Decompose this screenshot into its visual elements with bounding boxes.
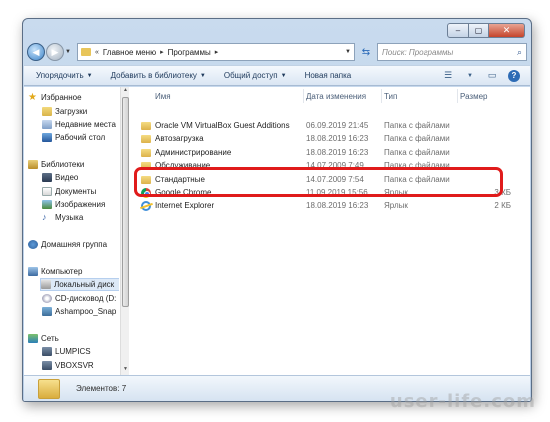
add-to-library-button[interactable]: Добавить в библиотеку ▼: [111, 71, 206, 80]
recent-places-icon: [42, 120, 52, 129]
internet-explorer-icon: [141, 200, 151, 211]
nav-recent-places[interactable]: Недавние места: [42, 118, 116, 131]
homegroup-icon: [28, 240, 38, 249]
music-note-icon: ♪: [42, 212, 47, 222]
search-icon: ⌕: [516, 46, 522, 57]
history-dropdown[interactable]: ▼: [65, 49, 73, 55]
nav-favorites[interactable]: ★ Избранное: [28, 91, 82, 104]
column-header-date[interactable]: Дата изменения: [306, 87, 366, 105]
content-area: ★ Избранное Загрузки Недавние места Рабо…: [24, 87, 530, 375]
nav-music[interactable]: ♪ Музыка: [42, 211, 83, 224]
nav-ashampoo[interactable]: Ashampoo_Snap: [42, 305, 116, 318]
table-row[interactable]: Администрирование 18.08.2019 16:23 Папка…: [135, 146, 526, 159]
address-dropdown-icon[interactable]: ▼: [342, 49, 354, 55]
scrollbar-thumb[interactable]: [122, 97, 129, 307]
table-row[interactable]: Oracle VM VirtualBox Guest Additions 06.…: [135, 119, 526, 132]
window-controls: – ▢ ✕: [447, 23, 525, 38]
folder-icon: [141, 148, 151, 157]
file-list[interactable]: Имя Дата изменения Тип Размер Oracle VM …: [131, 87, 530, 375]
network-icon: [28, 334, 38, 343]
address-bar[interactable]: « Главное меню ▸ Программы ▸ ▼: [77, 43, 355, 61]
column-header-type[interactable]: Тип: [384, 87, 397, 105]
explorer-window: – ▢ ✕ ◀ ▶ ▼ « Главное меню ▸ Программы ▸…: [22, 18, 532, 402]
nav-computer[interactable]: Компьютер: [28, 265, 82, 278]
view-options-icon[interactable]: ☰: [442, 70, 454, 82]
chevron-down-icon: ▼: [199, 72, 206, 79]
navigation-scrollbar[interactable]: ▲ ▼: [120, 87, 129, 375]
view-dropdown-icon[interactable]: ▼: [464, 70, 476, 82]
network-drive-icon: [42, 307, 52, 316]
navigation-row: ◀ ▶ ▼ « Главное меню ▸ Программы ▸ ▼ ⇆ П…: [27, 41, 527, 63]
libraries-icon: [28, 160, 38, 169]
images-library-icon: [42, 200, 52, 209]
table-row[interactable]: Автозагрузка 18.08.2019 16:23 Папка с фа…: [135, 132, 526, 145]
back-button[interactable]: ◀: [27, 43, 45, 61]
computer-icon: [42, 361, 52, 370]
watermark: user-life.com: [389, 391, 536, 412]
highlight-annotation: [134, 167, 503, 197]
breadcrumb-programs[interactable]: Программы: [168, 48, 211, 57]
column-header-name[interactable]: Имя: [155, 87, 171, 105]
help-icon[interactable]: ?: [508, 69, 520, 82]
breadcrumb-separator-icon[interactable]: ▸: [160, 48, 164, 56]
scroll-up-icon[interactable]: ▲: [121, 87, 130, 96]
column-header-size[interactable]: Размер: [460, 87, 488, 105]
navigation-pane[interactable]: ★ Избранное Загрузки Недавние места Рабо…: [24, 87, 119, 375]
nav-network[interactable]: Сеть: [28, 332, 59, 345]
nav-downloads[interactable]: Загрузки: [42, 105, 87, 118]
nav-lumpics[interactable]: LUMPICS: [42, 345, 91, 358]
video-library-icon: [42, 173, 52, 182]
items-count: Элементов: 7: [76, 384, 127, 393]
breadcrumb-overflow[interactable]: «: [95, 49, 99, 56]
table-row-internet-explorer[interactable]: Internet Explorer 18.08.2019 16:23 Ярлык…: [135, 199, 526, 212]
hard-disk-icon: [41, 280, 51, 289]
breadcrumb-start-menu[interactable]: Главное меню: [103, 48, 156, 57]
folder-icon: [38, 378, 60, 399]
nav-libraries[interactable]: Библиотеки: [28, 158, 84, 171]
chevron-down-icon: ▼: [280, 72, 287, 79]
folder-icon: [141, 121, 151, 130]
nav-images[interactable]: Изображения: [42, 198, 105, 211]
breadcrumb-separator-icon[interactable]: ▸: [215, 48, 219, 56]
command-bar: Упорядочить ▼ Добавить в библиотеку ▼ Общи…: [24, 65, 530, 86]
nav-video[interactable]: Видео: [42, 171, 78, 184]
nav-local-disk[interactable]: Локальный диск: [40, 278, 119, 291]
scroll-down-icon[interactable]: ▼: [121, 366, 130, 375]
nav-cd-drive[interactable]: CD-дисковод (D:: [42, 292, 116, 305]
cd-drive-icon: [42, 294, 52, 303]
downloads-folder-icon: [42, 107, 52, 116]
new-folder-button[interactable]: Новая папка: [305, 71, 352, 80]
computer-icon: [42, 347, 52, 356]
nav-vboxsvr[interactable]: VBOXSVR: [42, 359, 94, 372]
documents-library-icon: [42, 187, 52, 196]
nav-documents[interactable]: Документы: [42, 185, 96, 198]
folder-icon: [141, 134, 151, 143]
computer-icon: [28, 267, 38, 276]
close-button[interactable]: ✕: [489, 23, 525, 38]
chevron-down-icon: ▼: [86, 72, 93, 79]
maximize-button[interactable]: ▢: [469, 23, 489, 38]
nav-homegroup[interactable]: Домашняя группа: [28, 238, 107, 251]
share-button[interactable]: Общий доступ ▼: [224, 71, 287, 80]
search-input[interactable]: Поиск: Программы ⌕: [377, 43, 527, 61]
minimize-button[interactable]: –: [447, 23, 469, 38]
refresh-button[interactable]: ⇆: [357, 43, 375, 61]
preview-pane-icon[interactable]: ▭: [486, 70, 498, 82]
forward-button[interactable]: ▶: [46, 43, 64, 61]
organize-button[interactable]: Упорядочить ▼: [36, 71, 93, 80]
desktop-icon: [42, 133, 52, 142]
search-placeholder: Поиск: Программы: [382, 47, 454, 57]
folder-icon: [81, 48, 91, 56]
star-icon: ★: [28, 92, 37, 103]
nav-desktop[interactable]: Рабочий стол: [42, 131, 105, 144]
